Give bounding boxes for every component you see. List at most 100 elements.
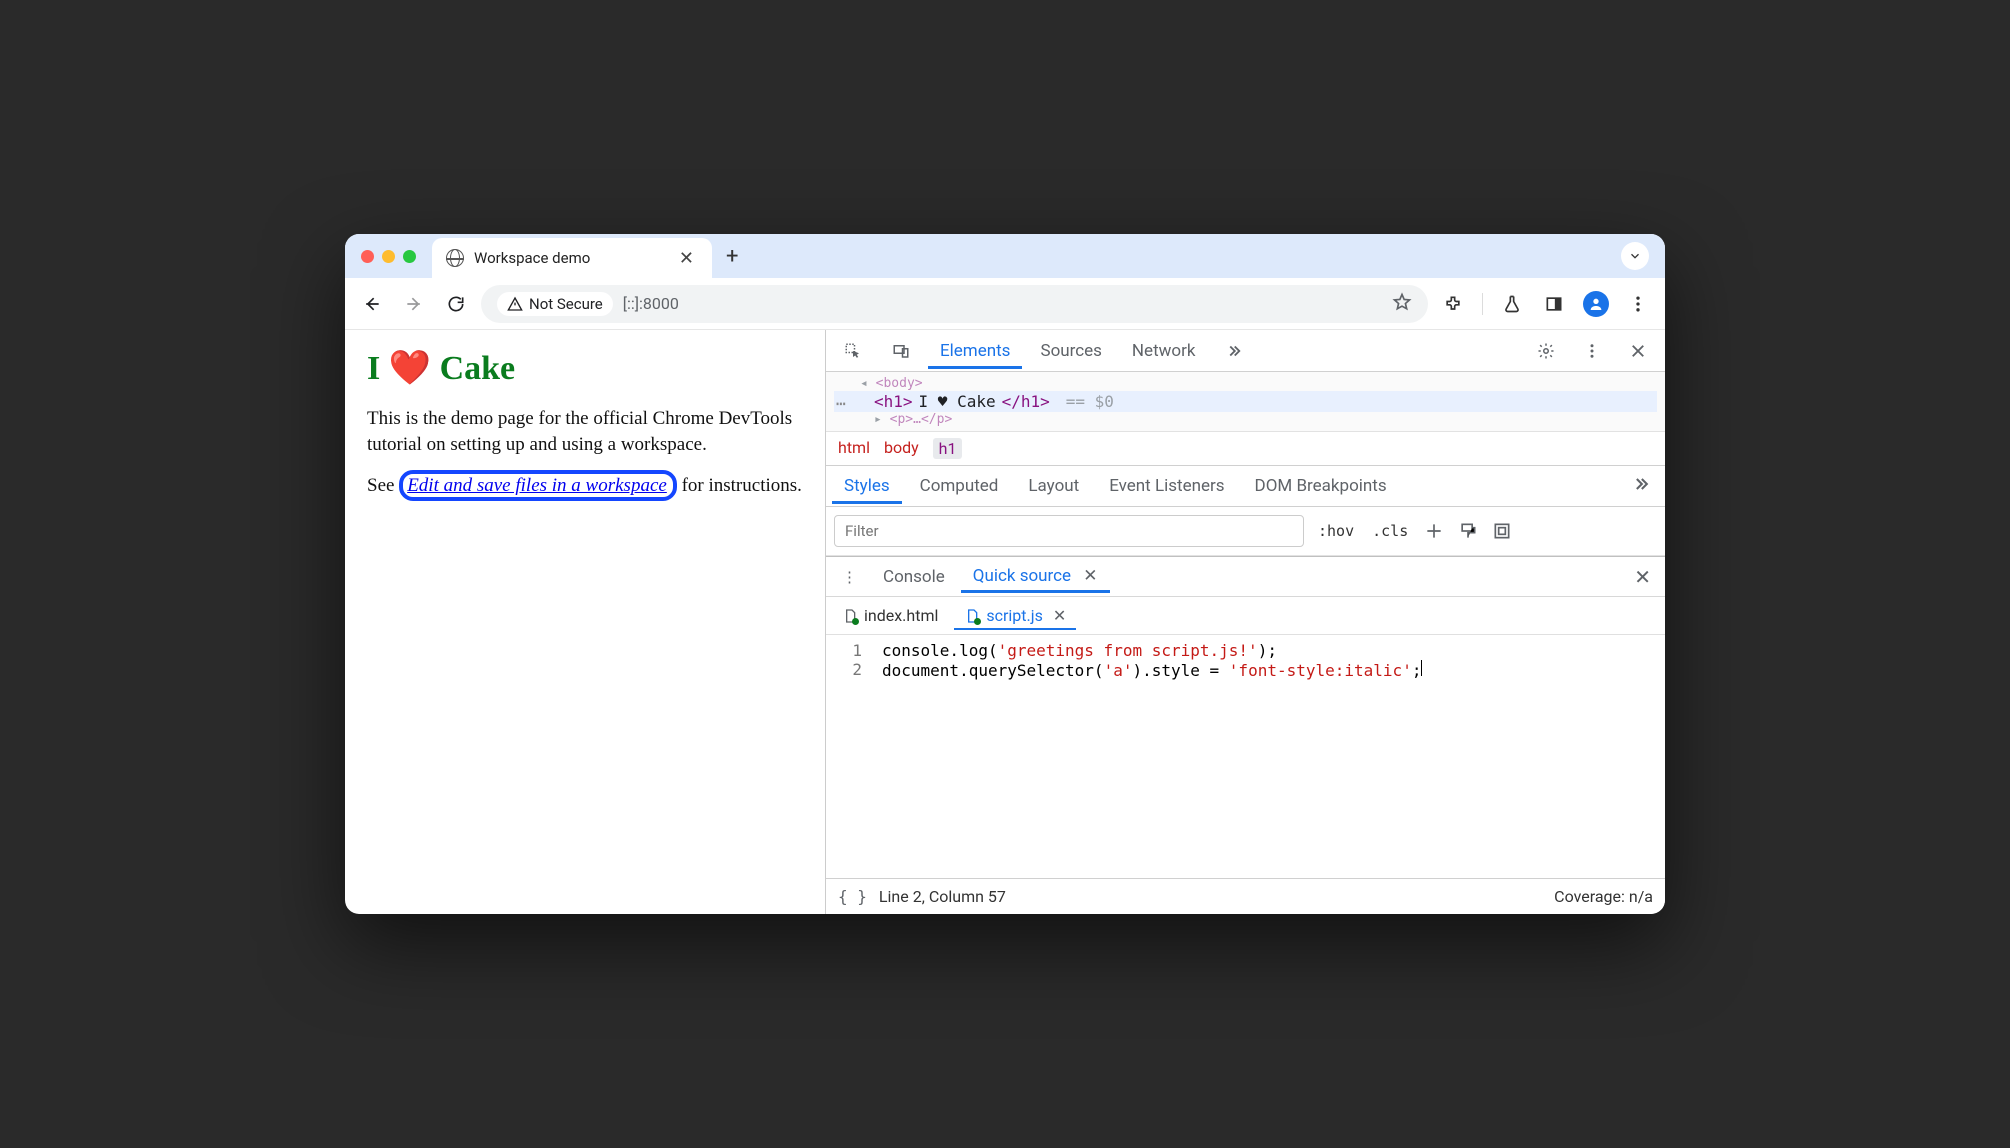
close-devtools-button[interactable] [1617, 334, 1659, 368]
computed-panel-button[interactable] [1490, 519, 1514, 543]
p2-before: See [367, 475, 399, 496]
cursor-position: Line 2, Column 57 [879, 887, 1006, 906]
more-tabs-button[interactable] [1213, 334, 1255, 368]
close-window-button[interactable] [361, 250, 374, 263]
subtab-layout[interactable]: Layout [1016, 468, 1091, 504]
device-mode-button[interactable] [880, 334, 922, 368]
line-number: 1 [826, 641, 862, 660]
puzzle-icon [1443, 294, 1463, 314]
subtab-computed[interactable]: Computed [908, 468, 1011, 504]
styles-filter-input[interactable] [834, 515, 1304, 547]
maximize-window-button[interactable] [403, 250, 416, 263]
format-button[interactable]: { } [838, 887, 867, 906]
back-button[interactable] [355, 287, 389, 321]
code-seg: ); [1258, 641, 1277, 660]
security-chip[interactable]: Not Secure [497, 292, 613, 316]
toolbar: Not Secure [::]:8000 [345, 278, 1665, 330]
page-paragraph-2: See Edit and save files in a workspace f… [367, 473, 803, 499]
extensions-button[interactable] [1436, 287, 1470, 321]
forward-button[interactable] [397, 287, 431, 321]
close-drawer-tab-button[interactable]: ✕ [1083, 566, 1097, 586]
code-str: 'font-style:italic' [1229, 661, 1412, 680]
tab-search-button[interactable] [1621, 242, 1649, 270]
dom-close-tag: </h1> [1002, 392, 1050, 411]
page-paragraph-1: This is the demo page for the official C… [367, 406, 803, 457]
panel-icon [1544, 294, 1564, 314]
dom-selected-row[interactable]: <h1>I ♥ Cake</h1> == $0 [834, 391, 1657, 412]
star-icon [1392, 292, 1412, 312]
close-file-tab-button[interactable]: ✕ [1053, 606, 1066, 625]
drawer-tab-console[interactable]: Console [871, 561, 957, 593]
code-str: 'a' [1104, 661, 1133, 680]
cursor [1421, 660, 1422, 676]
editor-statusbar: { } Line 2, Column 57 Coverage: n/a [826, 878, 1665, 914]
reload-button[interactable] [439, 287, 473, 321]
file-icon [842, 608, 858, 624]
dom-tree[interactable]: ⋯ ◂ <body> <h1>I ♥ Cake</h1> == $0 ▸ <p>… [826, 372, 1665, 432]
dom-next: <p>…</p> [890, 412, 953, 427]
dom-breadcrumb: html body h1 [826, 432, 1665, 466]
profile-button[interactable] [1579, 287, 1613, 321]
browser-tab[interactable]: Workspace demo ✕ [432, 238, 712, 278]
code-str: 'greetings from script.js!' [998, 641, 1258, 660]
flask-icon [1502, 294, 1522, 314]
chevrons-right-icon [1225, 342, 1243, 360]
hov-toggle[interactable]: :hov [1314, 520, 1358, 542]
subtab-styles[interactable]: Styles [832, 468, 902, 504]
crumb-h1[interactable]: h1 [933, 438, 963, 459]
menu-button[interactable] [1621, 287, 1655, 321]
line-number: 2 [826, 660, 862, 679]
dom-overflow-button[interactable]: ⋯ [830, 394, 852, 413]
file-tab-index[interactable]: index.html [832, 601, 948, 630]
arrow-left-icon [362, 294, 382, 314]
arrow-right-icon [404, 294, 424, 314]
crumb-body[interactable]: body [884, 438, 919, 459]
toolbar-separator [1482, 293, 1483, 315]
code-seg: ).style = [1132, 661, 1228, 680]
code-seg: ; [1412, 661, 1422, 680]
code-seg: document.querySelector( [882, 661, 1104, 680]
chevron-down-icon [1628, 249, 1642, 263]
cls-toggle[interactable]: .cls [1368, 520, 1412, 542]
tab-network[interactable]: Network [1120, 333, 1208, 369]
tab-elements[interactable]: Elements [928, 333, 1022, 369]
styles-more-button[interactable] [1623, 466, 1659, 506]
warning-icon [507, 296, 523, 312]
labs-button[interactable] [1495, 287, 1529, 321]
tutorial-link[interactable]: Edit and save files in a workspace [407, 475, 667, 496]
close-drawer-button[interactable]: ✕ [1626, 561, 1659, 593]
paint-button[interactable] [1456, 519, 1480, 543]
dom-text: I ♥ Cake [919, 392, 996, 411]
address-bar[interactable]: Not Secure [::]:8000 [481, 285, 1428, 323]
minimize-window-button[interactable] [382, 250, 395, 263]
settings-button[interactable] [1525, 334, 1567, 368]
crumb-html[interactable]: html [838, 438, 870, 459]
link-highlight: Edit and save files in a workspace [399, 470, 677, 501]
file-tab-script[interactable]: script.js ✕ [954, 601, 1076, 630]
devtools-main-tabs: Elements Sources Network [826, 330, 1665, 372]
drawer-menu-button[interactable]: ⋮ [832, 564, 867, 590]
code-editor[interactable]: 1 2 console.log('greetings from script.j… [826, 635, 1665, 878]
file-tab-index-label: index.html [864, 606, 938, 625]
inspect-button[interactable] [832, 334, 874, 368]
subtab-event-listeners[interactable]: Event Listeners [1097, 468, 1236, 504]
dom-prev: <body> [876, 376, 923, 391]
url-text: [::]:8000 [623, 294, 1382, 313]
paint-icon [1458, 521, 1478, 541]
devtools-panel: Elements Sources Network [825, 330, 1665, 914]
tab-sources[interactable]: Sources [1028, 333, 1113, 369]
person-icon [1588, 296, 1604, 312]
avatar [1583, 291, 1609, 317]
side-panel-button[interactable] [1537, 287, 1571, 321]
new-style-button[interactable] [1422, 519, 1446, 543]
new-tab-button[interactable]: + [726, 244, 738, 269]
subtab-dom-breakpoints[interactable]: DOM Breakpoints [1243, 468, 1399, 504]
devtools-menu-button[interactable] [1571, 334, 1613, 368]
kebab-icon [1583, 342, 1601, 360]
code-lines[interactable]: console.log('greetings from script.js!')… [872, 635, 1432, 878]
globe-icon [446, 249, 464, 267]
close-tab-button[interactable]: ✕ [675, 248, 698, 269]
bookmark-button[interactable] [1392, 292, 1412, 316]
drawer-tab-quick-source[interactable]: Quick source ✕ [961, 560, 1110, 593]
devtools-drawer: ⋮ Console Quick source ✕ ✕ index.htm [826, 556, 1665, 914]
